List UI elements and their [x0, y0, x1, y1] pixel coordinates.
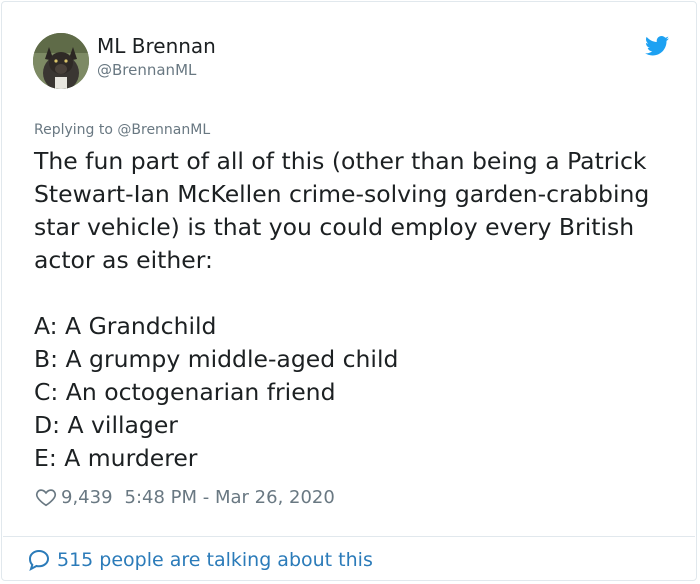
replying-mention[interactable]: @BrennanML: [117, 122, 210, 138]
author-handle[interactable]: @BrennanML: [97, 61, 196, 79]
tweet-text: The fun part of all of this (other than …: [34, 145, 679, 475]
option-c: C: An octogenarian friend: [34, 378, 336, 406]
option-b: B: A grumpy middle-aged child: [34, 345, 399, 373]
avatar[interactable]: [33, 33, 89, 89]
replying-to-line: Replying to @BrennanML: [34, 122, 210, 138]
replying-prefix: Replying to: [34, 122, 113, 138]
heart-icon[interactable]: [35, 486, 57, 508]
like-count[interactable]: 9,439: [61, 487, 113, 508]
conversation-label[interactable]: 515 people are talking about this: [57, 549, 373, 571]
speech-bubble-icon: [28, 549, 50, 572]
author-name[interactable]: ML Brennan: [97, 34, 216, 58]
fox-avatar-icon: [33, 33, 89, 89]
twitter-bird-icon[interactable]: [645, 36, 669, 56]
option-e: E: A murderer: [34, 444, 198, 472]
tweet-paragraph: The fun part of all of this (other than …: [34, 147, 650, 274]
option-d: D: A villager: [34, 411, 178, 439]
option-a: A: A Grandchild: [34, 312, 217, 340]
divider: [3, 536, 695, 537]
tweet-card: ML Brennan @BrennanML Replying to @Brenn…: [1, 1, 697, 581]
conversation-link[interactable]: 515 people are talking about this: [27, 548, 373, 572]
timestamp[interactable]: 5:48 PM - Mar 26, 2020: [125, 487, 335, 508]
tweet-meta: 9,439 5:48 PM - Mar 26, 2020: [35, 485, 335, 509]
